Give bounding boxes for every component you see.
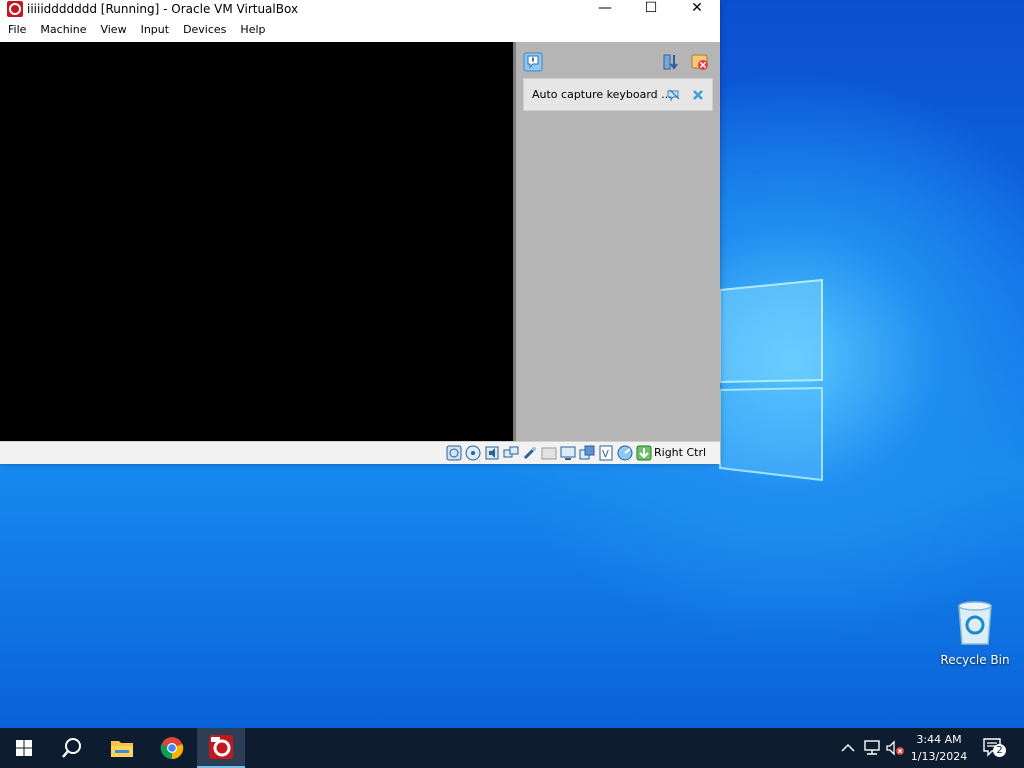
close-button[interactable]: ✕ bbox=[674, 0, 720, 16]
virtualbox-taskbar-button[interactable] bbox=[197, 728, 245, 768]
usb-icon[interactable] bbox=[522, 445, 538, 461]
menu-help[interactable]: Help bbox=[234, 18, 271, 42]
dont-show-again-icon[interactable] bbox=[667, 88, 681, 102]
maximize-button[interactable]: ☐ bbox=[628, 0, 674, 16]
recycle-bin-label: Recycle Bin bbox=[940, 653, 1010, 667]
network-tray-button[interactable] bbox=[862, 738, 882, 758]
menu-devices[interactable]: Devices bbox=[177, 18, 232, 42]
virtualbox-window: iiiiiddddddd [Running] - Oracle VM Virtu… bbox=[0, 0, 720, 464]
chrome-icon bbox=[160, 737, 184, 760]
windows-start-icon bbox=[16, 740, 32, 756]
search-button[interactable] bbox=[48, 728, 96, 768]
hard-disk-icon[interactable] bbox=[446, 445, 462, 461]
clock[interactable]: 3:44 AM 1/13/2024 bbox=[908, 731, 970, 765]
maximize-icon: ☐ bbox=[644, 0, 658, 16]
chevron-up-icon bbox=[841, 743, 855, 752]
close-all-notifications-icon[interactable] bbox=[690, 52, 710, 72]
optical-drive-icon[interactable] bbox=[465, 445, 481, 461]
show-hidden-icons-button[interactable] bbox=[838, 738, 858, 758]
start-button[interactable] bbox=[0, 728, 48, 768]
virtualbox-app-icon bbox=[7, 1, 23, 17]
sort-order-icon[interactable] bbox=[661, 52, 681, 72]
clock-date: 1/13/2024 bbox=[910, 750, 968, 763]
network-tray-icon bbox=[864, 740, 880, 755]
recycle-bin-desktop-icon[interactable]: Recycle Bin bbox=[938, 600, 1012, 667]
svg-text:V: V bbox=[602, 449, 609, 460]
audio-icon[interactable] bbox=[484, 445, 500, 461]
menu-machine[interactable]: Machine bbox=[34, 18, 92, 42]
virtualbox-taskbar-icon bbox=[209, 735, 233, 759]
menu-view[interactable]: View bbox=[94, 18, 132, 42]
close-icon: ✕ bbox=[691, 0, 703, 16]
menu-input[interactable]: Input bbox=[135, 18, 175, 42]
file-explorer-button[interactable] bbox=[98, 728, 146, 768]
notification-center-panel: Auto capture keyboard ... bbox=[513, 42, 720, 441]
notification-item[interactable]: Auto capture keyboard ... bbox=[523, 78, 713, 111]
vm-display[interactable] bbox=[0, 42, 513, 441]
action-center-button[interactable]: 2 bbox=[982, 738, 1006, 758]
display-icon[interactable] bbox=[560, 445, 576, 461]
status-bar: V Right Ctrl bbox=[0, 441, 720, 464]
shared-folders-icon[interactable] bbox=[541, 445, 557, 461]
menu-file[interactable]: File bbox=[2, 18, 32, 42]
file-explorer-icon bbox=[111, 741, 133, 757]
notification-text: Auto capture keyboard ... bbox=[532, 88, 672, 101]
minimize-icon: — bbox=[598, 0, 612, 16]
chrome-button[interactable] bbox=[148, 728, 196, 768]
mouse-integration-icon[interactable] bbox=[617, 445, 633, 461]
taskbar: 3:44 AM 1/13/2024 2 bbox=[0, 728, 1024, 768]
network-icon[interactable] bbox=[503, 445, 519, 461]
search-icon bbox=[62, 738, 81, 758]
menu-bar: File Machine View Input Devices Help bbox=[0, 18, 720, 42]
notification-alert-icon[interactable] bbox=[523, 52, 543, 72]
notification-count-badge: 2 bbox=[993, 744, 1006, 757]
dismiss-notification-icon[interactable] bbox=[691, 88, 705, 102]
video-capture-icon[interactable] bbox=[579, 445, 595, 461]
minimize-button[interactable]: — bbox=[582, 0, 628, 16]
clock-time: 3:44 AM bbox=[916, 733, 962, 746]
host-key-label[interactable]: Right Ctrl bbox=[654, 446, 706, 459]
volume-muted-icon bbox=[886, 740, 904, 756]
title-bar[interactable]: iiiiiddddddd [Running] - Oracle VM Virtu… bbox=[0, 0, 720, 18]
window-title: iiiiiddddddd [Running] - Oracle VM Virtu… bbox=[27, 2, 299, 16]
cpu-virtualization-icon[interactable]: V bbox=[598, 445, 614, 461]
recycle-bin-icon bbox=[958, 601, 992, 645]
keyboard-capture-icon[interactable] bbox=[636, 445, 652, 461]
volume-tray-button[interactable] bbox=[885, 738, 905, 758]
